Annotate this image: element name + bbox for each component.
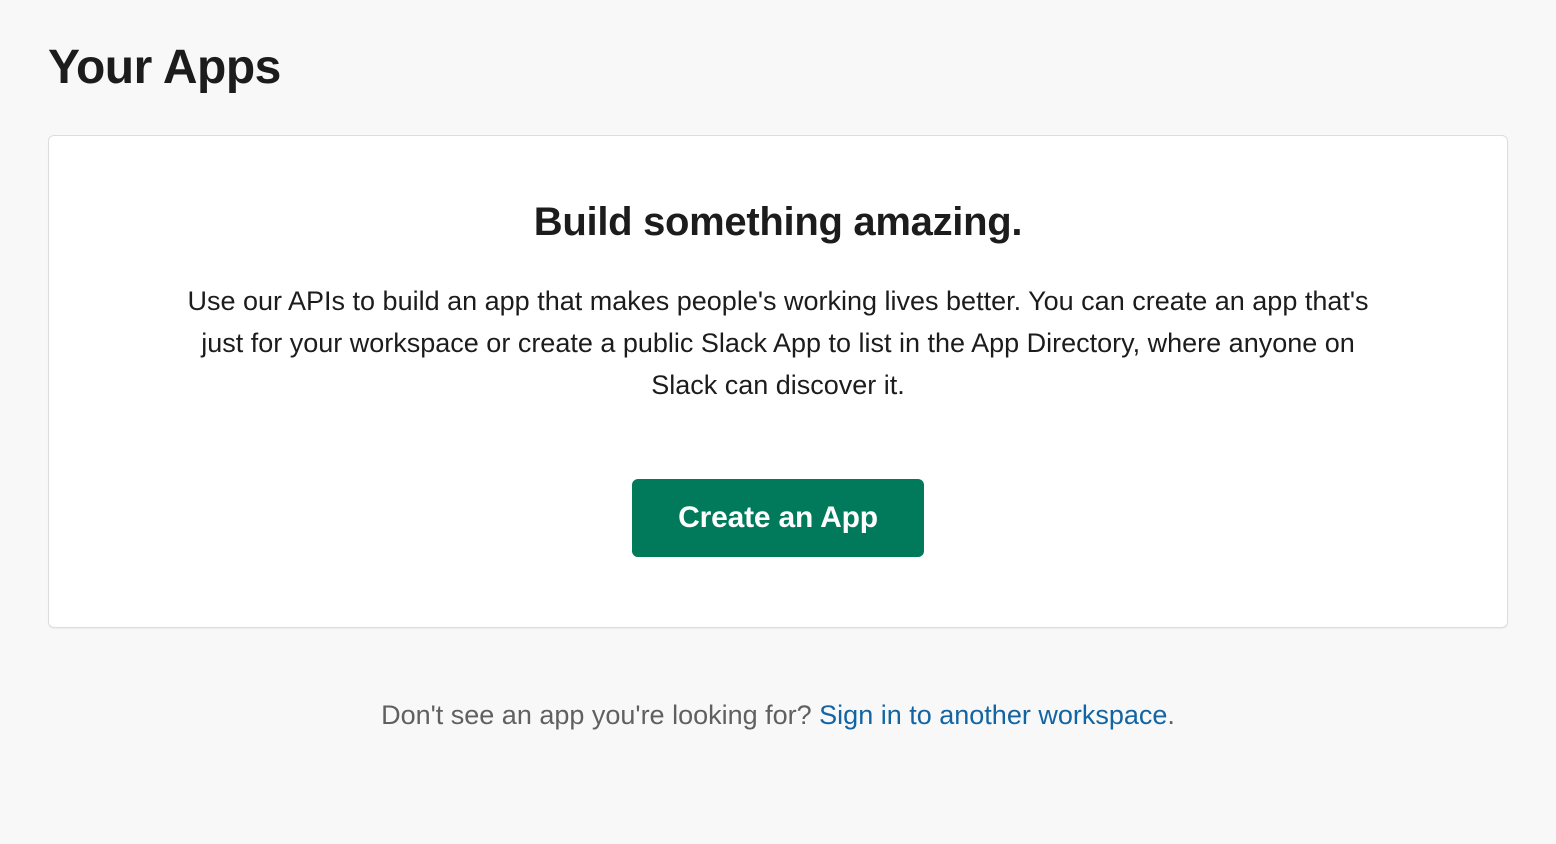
panel-description: Use our APIs to build an app that makes …: [168, 281, 1388, 407]
panel-heading: Build something amazing.: [119, 200, 1437, 245]
footer-period: .: [1167, 700, 1175, 730]
sign-in-workspace-link[interactable]: Sign in to another workspace: [819, 700, 1167, 730]
footer-prompt: Don't see an app you're looking for?: [381, 700, 819, 730]
page-title: Your Apps: [48, 40, 1508, 95]
intro-panel: Build something amazing. Use our APIs to…: [48, 135, 1508, 628]
footer-text: Don't see an app you're looking for? Sig…: [48, 700, 1508, 731]
create-app-button[interactable]: Create an App: [632, 479, 924, 557]
